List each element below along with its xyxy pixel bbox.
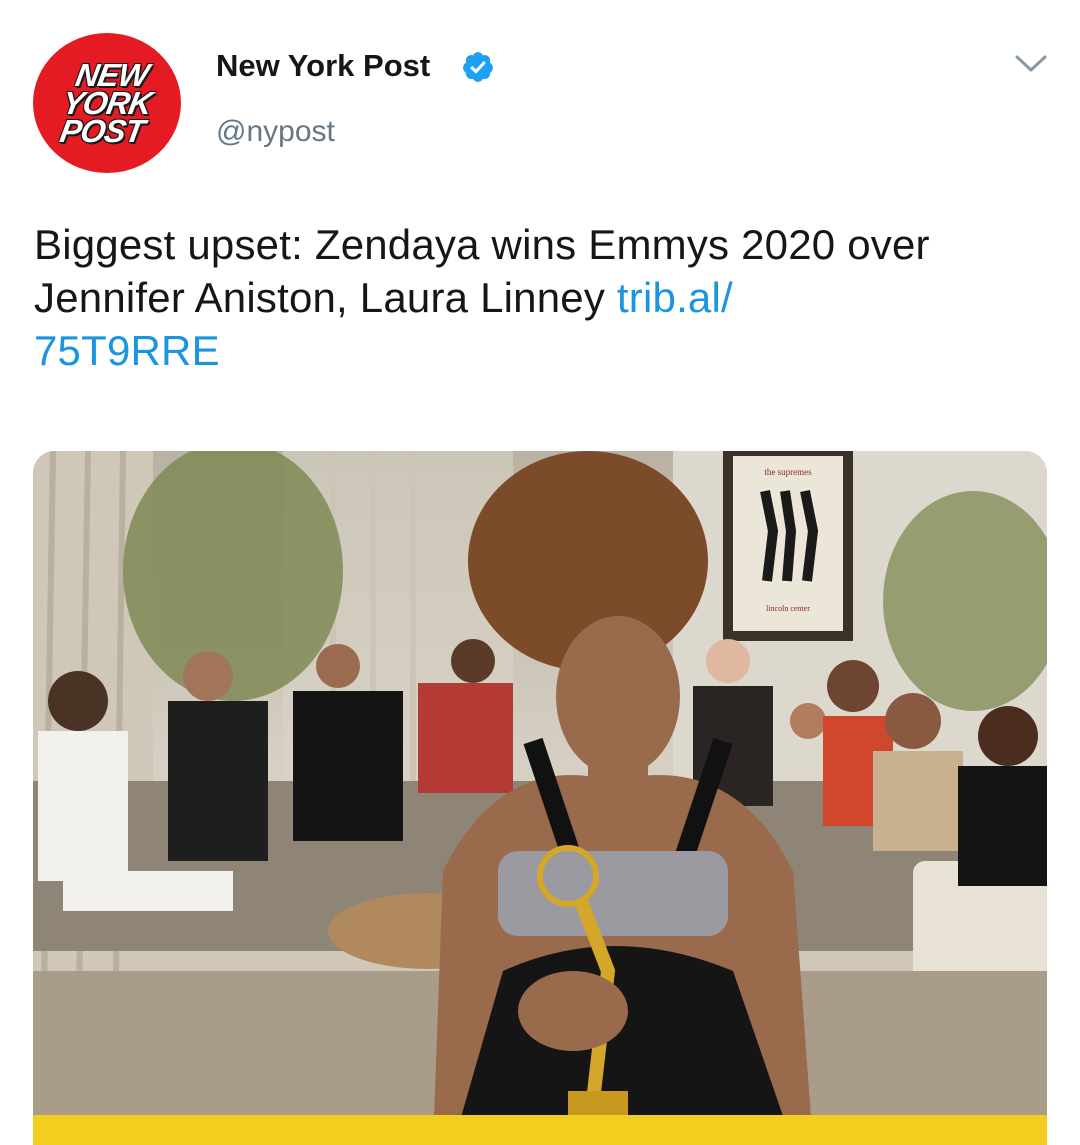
poster-title: the supremes <box>764 467 812 477</box>
tweet-link-part-2: 75T9RRE <box>34 327 220 374</box>
tweet-text: Biggest upset: Zendaya wins Emmys 2020 o… <box>34 218 1054 377</box>
poster-caption: lincoln center <box>766 604 810 613</box>
display-name[interactable]: New York Post <box>216 48 430 84</box>
media-bottom-bar <box>33 1115 1047 1145</box>
tweet-link-part-1: trib.al/ <box>616 274 733 321</box>
chevron-down-icon[interactable] <box>1013 52 1049 76</box>
profile-avatar[interactable]: NEW YORK POST <box>33 33 181 173</box>
tweet-body: Biggest upset: Zendaya wins Emmys 2020 o… <box>34 221 930 321</box>
nypost-logo: NEW YORK POST <box>33 33 181 173</box>
tweet-card: NEW YORK POST New York Post @nypost Bigg… <box>0 0 1080 1145</box>
photo-scene: the supremes lincoln center <box>33 451 1047 1145</box>
logo-line-3: POST <box>57 113 147 149</box>
verified-badge-icon <box>463 52 493 82</box>
tweet-photo[interactable]: the supremes lincoln center <box>33 451 1047 1145</box>
handle[interactable]: @nypost <box>216 115 335 149</box>
